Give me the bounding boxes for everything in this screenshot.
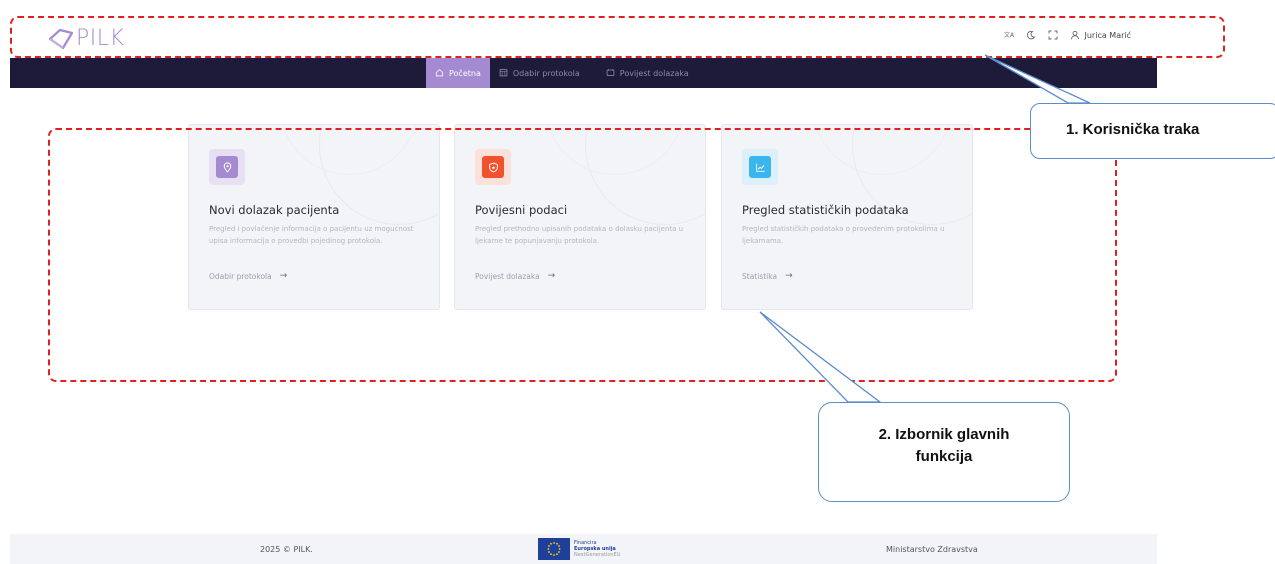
- callout-main-menu-text: 2. Izbornik glavnih funkcija: [818, 424, 1070, 468]
- nav-item-povijest-dolazaka[interactable]: Povijest dolazaka: [597, 58, 698, 88]
- footer-ministry: Ministarstvo Zdravstva: [886, 545, 978, 554]
- home-icon: [435, 68, 444, 79]
- nav-item-odabir-protokola[interactable]: Odabir protokola: [490, 58, 589, 88]
- nav-item-label: Početna: [449, 68, 481, 78]
- footer: 2025 © PILK. Financira Europska unija Ne…: [10, 534, 1157, 564]
- eu-flag-icon: [538, 538, 570, 560]
- footer-copyright: 2025 © PILK.: [260, 545, 313, 554]
- nav-item-pocetna[interactable]: Početna: [426, 58, 490, 88]
- eu-funding-logo: Financira Europska unija NextGenerationE…: [538, 538, 620, 560]
- page: PILK 文A Jurica Marić Početna Odabir prot…: [0, 0, 1275, 564]
- callout-user-bar-text: 1. Korisnička traka: [1066, 121, 1200, 138]
- main-navbar: Početna Odabir protokola Povijest dolaza…: [10, 58, 1157, 88]
- annotation-box-main-menu: [48, 128, 1117, 382]
- callout-main-menu-line1: 2. Izbornik glavnih: [878, 426, 1010, 443]
- annotation-box-user-bar: [10, 16, 1225, 58]
- callout-main-menu-line2: funkcija: [915, 448, 973, 465]
- eu-funding-text: Financira Europska unija NextGenerationE…: [574, 540, 620, 558]
- history-icon: [606, 68, 615, 79]
- nav-item-label: Odabir protokola: [512, 68, 580, 78]
- calendar-icon: [499, 68, 508, 79]
- nav-item-label: Povijest dolazaka: [619, 68, 689, 78]
- eu-line-3: NextGenerationEU: [574, 552, 621, 558]
